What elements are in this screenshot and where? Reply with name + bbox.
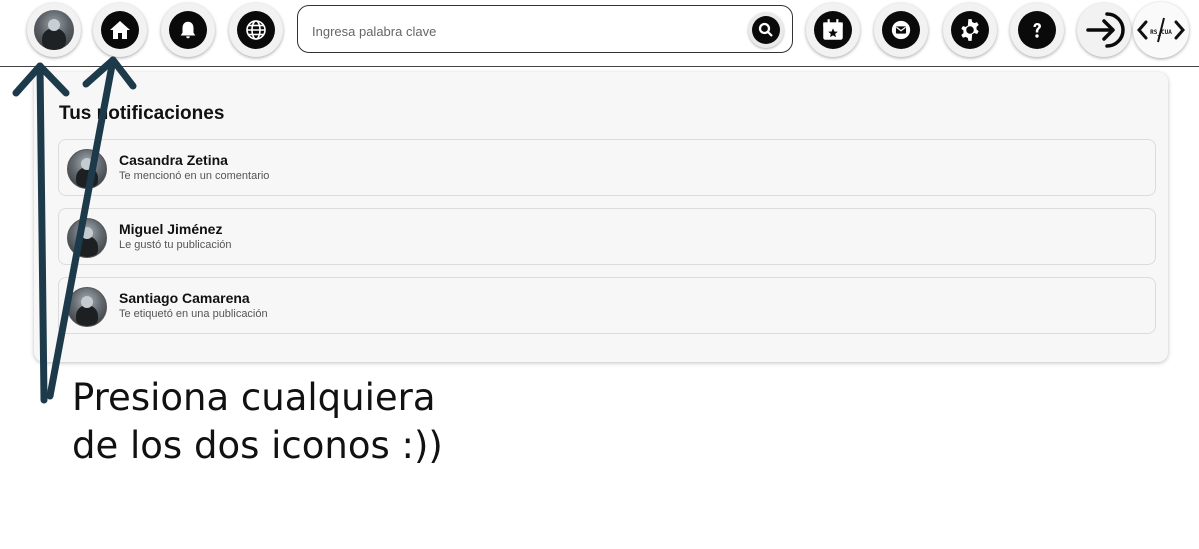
search-bar bbox=[297, 5, 793, 53]
calendar-star-icon bbox=[814, 11, 852, 49]
search-button[interactable] bbox=[748, 12, 784, 48]
top-navigation-bar: RS_CUA bbox=[0, 0, 1199, 67]
notifications-button[interactable] bbox=[161, 3, 215, 57]
notification-item[interactable]: Casandra Zetina Te mencionó en un coment… bbox=[58, 139, 1156, 196]
help-button[interactable] bbox=[1010, 3, 1064, 57]
notification-message: Le gustó tu publicación bbox=[119, 239, 232, 251]
page-title: Tus notificaciones bbox=[59, 103, 225, 124]
notifications-panel: Tus notificaciones Casandra Zetina Te me… bbox=[34, 72, 1168, 362]
logout-button[interactable] bbox=[1077, 3, 1131, 57]
events-button[interactable] bbox=[806, 3, 860, 57]
notification-user-name: Miguel Jiménez bbox=[119, 221, 223, 237]
mail-icon bbox=[882, 11, 920, 49]
bell-icon bbox=[169, 11, 207, 49]
arrow-right-icon bbox=[1082, 8, 1126, 52]
messages-button[interactable] bbox=[874, 3, 928, 57]
notification-item[interactable]: Santiago Camarena Te etiquetó en una pub… bbox=[58, 277, 1156, 334]
notification-user-name: Casandra Zetina bbox=[119, 152, 228, 168]
brand-logo[interactable]: RS_CUA bbox=[1133, 2, 1189, 58]
search-input[interactable] bbox=[310, 18, 734, 44]
avatar bbox=[67, 149, 107, 189]
home-button[interactable] bbox=[93, 3, 147, 57]
avatar bbox=[67, 218, 107, 258]
explore-button[interactable] bbox=[229, 3, 283, 57]
annotation-line-1: Presiona cualquiera bbox=[72, 376, 436, 419]
settings-button[interactable] bbox=[943, 3, 997, 57]
question-icon bbox=[1018, 11, 1056, 49]
notification-user-name: Santiago Camarena bbox=[119, 290, 250, 306]
profile-avatar-button[interactable] bbox=[27, 3, 81, 57]
user-avatar bbox=[34, 10, 74, 50]
annotation-text: Presiona cualquiera de los dos iconos :)… bbox=[72, 374, 443, 470]
gear-icon bbox=[951, 11, 989, 49]
avatar bbox=[67, 287, 107, 327]
svg-text:RS_CUA: RS_CUA bbox=[1150, 29, 1172, 36]
search-icon bbox=[752, 16, 780, 44]
notification-message: Te etiquetó en una publicación bbox=[119, 308, 268, 320]
globe-icon bbox=[237, 11, 275, 49]
annotation-line-2: de los dos iconos :)) bbox=[72, 424, 443, 467]
notification-item[interactable]: Miguel Jiménez Le gustó tu publicación bbox=[58, 208, 1156, 265]
home-icon bbox=[101, 11, 139, 49]
notification-message: Te mencionó en un comentario bbox=[119, 170, 270, 182]
code-logo: RS_CUA bbox=[1136, 12, 1186, 48]
